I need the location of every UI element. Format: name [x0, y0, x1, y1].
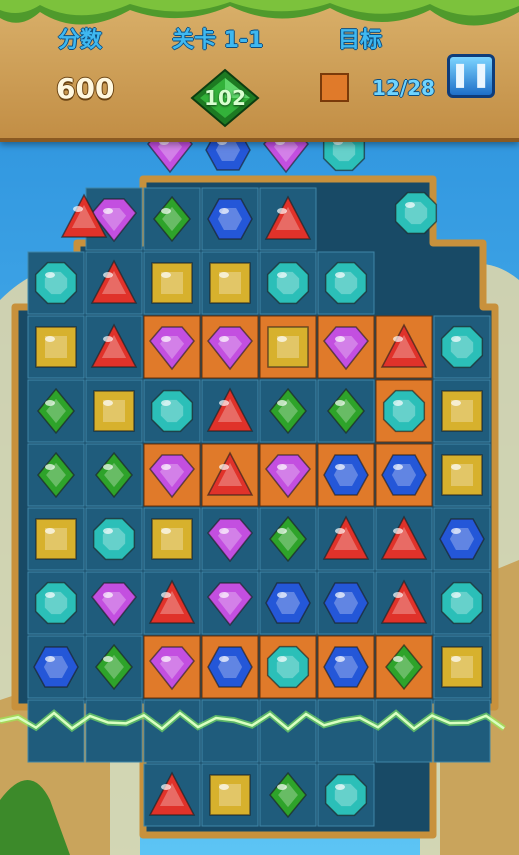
yellow-gem[interactable]	[441, 646, 483, 688]
edge-teal-gem[interactable]	[394, 191, 438, 235]
teal-gem[interactable]	[440, 581, 484, 625]
score-value: 600	[56, 72, 115, 105]
teal-gem[interactable]	[266, 261, 310, 305]
yellow-gem[interactable]	[267, 326, 309, 368]
moves-counter: 102	[190, 68, 260, 128]
teal-gem[interactable]	[150, 389, 194, 433]
yellow-gem[interactable]	[93, 390, 135, 432]
yellow-gem[interactable]	[35, 326, 77, 368]
yellow-gem[interactable]	[35, 518, 77, 560]
board-cell[interactable]	[85, 699, 143, 763]
board-cell[interactable]	[433, 699, 491, 763]
yellow-gem[interactable]	[151, 518, 193, 560]
teal-gem[interactable]	[440, 325, 484, 369]
top-bar: 分数 关卡 1-1 目标 600 102 12/28 ❚❚	[0, 0, 519, 142]
yellow-gem[interactable]	[441, 454, 483, 496]
yellow-gem[interactable]	[151, 262, 193, 304]
moves-value: 102	[204, 86, 246, 110]
pause-button[interactable]: ❚❚	[447, 54, 495, 98]
board-cell[interactable]	[375, 699, 433, 763]
teal-gem[interactable]	[324, 773, 368, 817]
yellow-gem[interactable]	[209, 774, 251, 816]
level-label: 关卡 1-1	[172, 28, 264, 53]
teal-gem[interactable]	[324, 261, 368, 305]
pause-icon: ❚❚	[450, 60, 493, 88]
board-cell[interactable]	[201, 699, 259, 763]
yellow-gem[interactable]	[209, 262, 251, 304]
goal-progress: 12/28	[372, 76, 435, 100]
teal-gem[interactable]	[34, 261, 78, 305]
board-cell[interactable]	[143, 699, 201, 763]
goal-tile-icon	[320, 73, 349, 102]
goal-label: 目标	[338, 28, 383, 53]
score-label: 分数	[58, 28, 103, 53]
teal-gem[interactable]	[266, 645, 310, 689]
board-cell[interactable]	[317, 699, 375, 763]
teal-gem[interactable]	[34, 581, 78, 625]
teal-gem[interactable]	[92, 517, 136, 561]
teal-gem[interactable]	[382, 389, 426, 433]
yellow-gem[interactable]	[441, 390, 483, 432]
